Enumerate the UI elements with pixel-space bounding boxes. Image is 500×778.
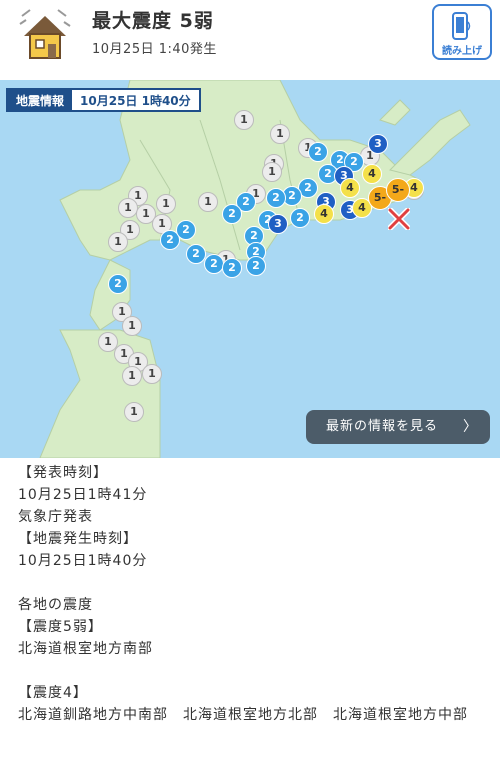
epicenter-marker-icon: [388, 208, 410, 230]
intensity-marker: 1: [124, 402, 144, 422]
intensity-marker: 1: [122, 366, 142, 386]
intensity-marker: 5-: [386, 178, 410, 202]
intensity5-heading: 【震度5弱】: [18, 619, 103, 635]
intensity-marker: 2: [266, 188, 286, 208]
page-title: 最大震度 5弱: [92, 10, 214, 32]
latest-info-button[interactable]: 最新の情報を見る 〉: [306, 410, 490, 444]
intensity-marker: 1: [122, 316, 142, 336]
occur-time: 10月25日1時40分: [18, 553, 148, 569]
house-icon: [19, 9, 71, 59]
intensity-marker: 1: [270, 124, 290, 144]
intensity-marker: 4: [362, 164, 382, 184]
read-aloud-button[interactable]: 読み上げ: [432, 4, 492, 60]
intensity-marker: 1: [142, 364, 162, 384]
intensity-marker: 2: [290, 208, 310, 228]
announcer: 気象庁発表: [18, 509, 93, 525]
intensity5-regions: 北海道根室地方南部: [18, 641, 153, 657]
intensity-marker: 2: [176, 220, 196, 240]
regions-heading: 各地の震度: [18, 597, 93, 613]
intensity-markers: 1 1 1 1 1 1 1 1 1 1 1 1 1 1 1 1 1 1 1 1 …: [0, 80, 500, 458]
intensity-marker: 2: [186, 244, 206, 264]
latest-info-label: 最新の情報を見る: [326, 419, 439, 434]
chevron-right-icon: 〉: [463, 419, 478, 435]
intensity-marker: 2: [246, 256, 266, 276]
intensity-marker: 1: [118, 198, 138, 218]
occurrence-time: 10月25日 1:40発生: [92, 42, 217, 57]
app-header: 最大震度 5弱 10月25日 1:40発生 読み上げ: [0, 0, 500, 80]
announce-time: 10月25日1時41分: [18, 487, 148, 503]
intensity-marker: 2: [222, 258, 242, 278]
intensity-marker: 4: [340, 178, 360, 198]
intensity4-heading: 【震度4】: [18, 685, 88, 701]
intensity4-regions: 北海道釧路地方中南部 北海道根室地方北部 北海道根室地方中部: [18, 707, 468, 723]
intensity-marker: 4: [314, 204, 334, 224]
intensity-marker: 1: [262, 162, 282, 182]
intensity-marker: 2: [108, 274, 128, 294]
read-aloud-label: 読み上げ: [442, 46, 482, 57]
intensity-marker: 1: [108, 232, 128, 252]
intensity-marker: 2: [204, 254, 224, 274]
intensity-marker: 3: [268, 214, 288, 234]
intensity-marker: 2: [308, 142, 328, 162]
intensity-marker: 1: [234, 110, 254, 130]
speaker-phone-icon: [452, 12, 471, 40]
intensity-marker: 1: [198, 192, 218, 212]
announce-time-heading: 【発表時刻】: [18, 465, 108, 481]
seismic-map[interactable]: 地震情報 10月25日 1時40分 1 1 1 1 1 1 1 1 1 1 1 …: [0, 80, 500, 458]
occur-time-heading: 【地震発生時刻】: [18, 531, 138, 547]
intensity-marker: 2: [222, 204, 242, 224]
quake-report: 【発表時刻】 10月25日1時41分 気象庁発表 【地震発生時刻】 10月25日…: [18, 462, 488, 726]
intensity-marker: 3: [368, 134, 388, 154]
intensity-marker: 1: [156, 194, 176, 214]
